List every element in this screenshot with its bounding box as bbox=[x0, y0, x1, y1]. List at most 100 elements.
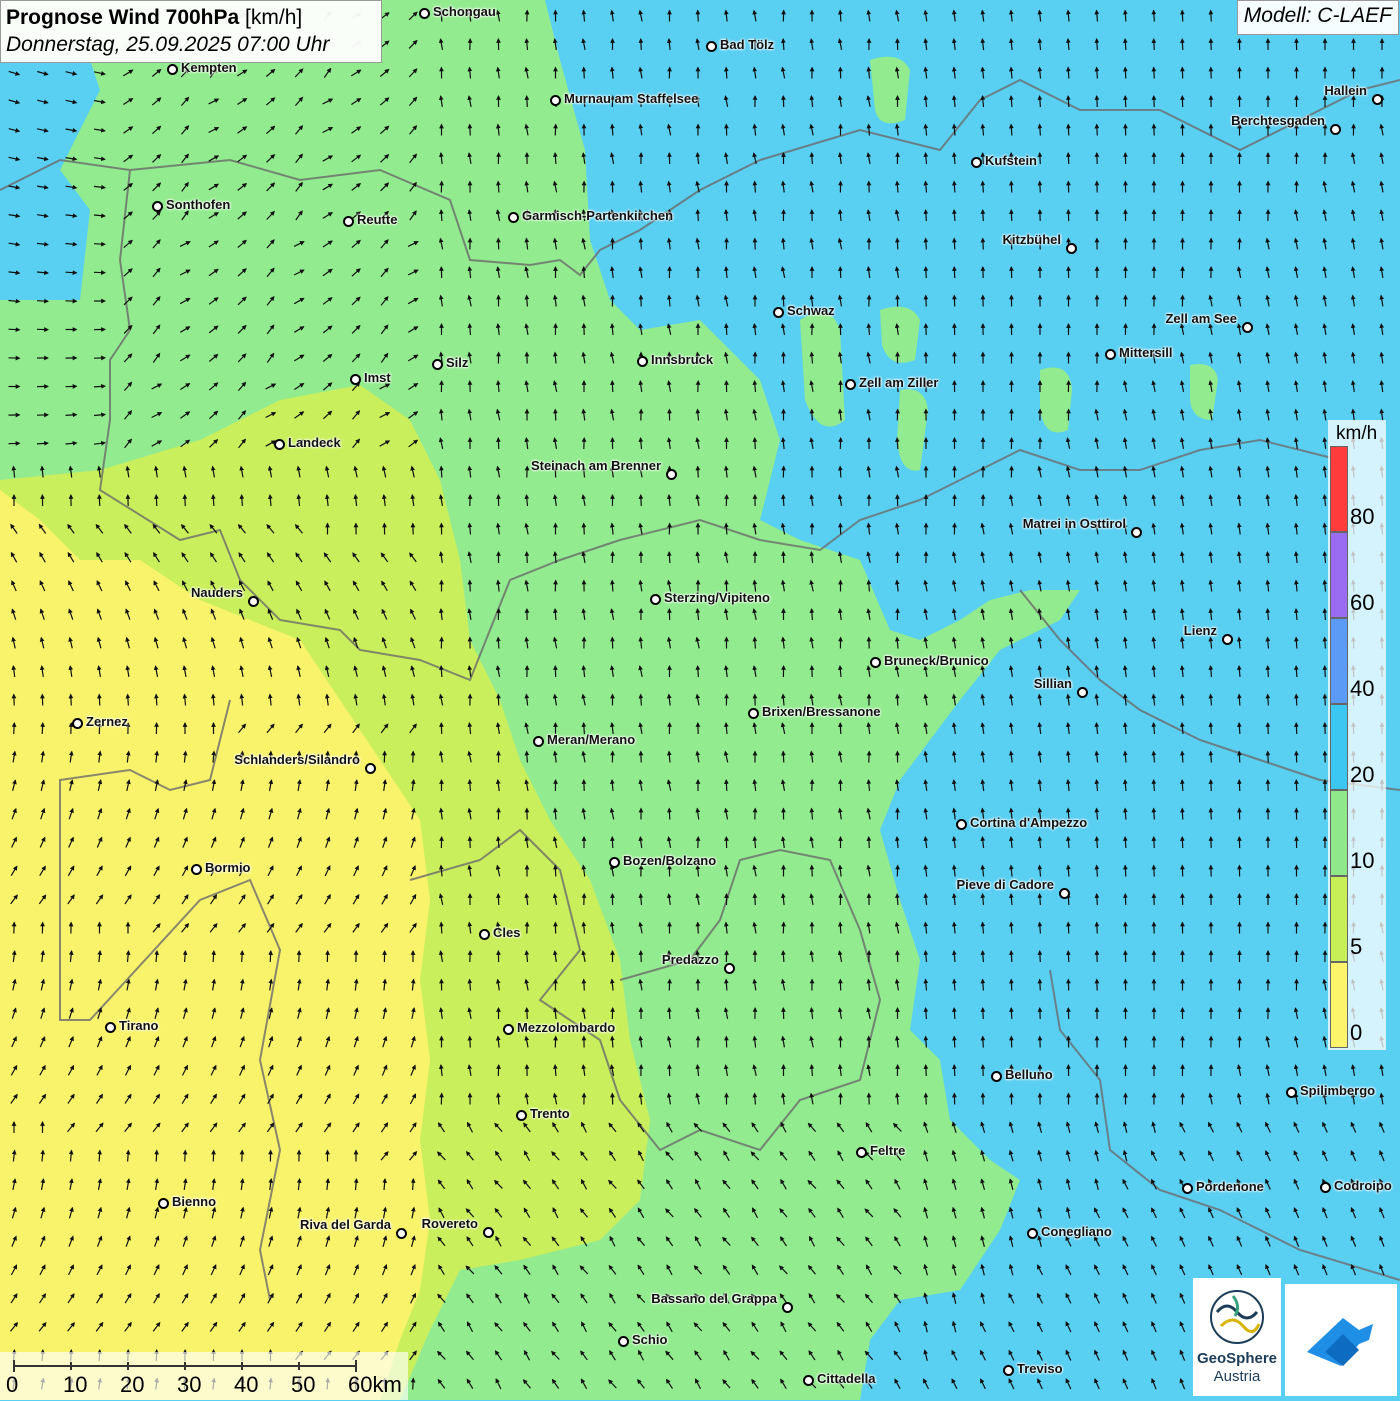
wind-arrow-icon bbox=[9, 329, 20, 330]
model-label: Modell: C-LAEF bbox=[1237, 0, 1399, 35]
wind-arrow-icon bbox=[1097, 866, 1098, 877]
wind-arrow-icon bbox=[156, 1151, 157, 1162]
wind-arrow-icon bbox=[840, 467, 841, 478]
wind-arrow-icon bbox=[641, 951, 642, 962]
wind-arrow-icon bbox=[37, 443, 48, 444]
wind-arrow-icon bbox=[213, 951, 214, 962]
wind-arrow-icon bbox=[641, 695, 642, 706]
wind-arrow-icon bbox=[755, 1094, 756, 1105]
wind-arrow-icon bbox=[755, 182, 756, 193]
city-dot-icon bbox=[1320, 1182, 1331, 1193]
geosphere-logo[interactable]: GeoSphere Austria bbox=[1193, 1278, 1281, 1396]
wind-arrow-icon bbox=[840, 923, 841, 934]
wind-arrow-icon bbox=[954, 239, 955, 250]
wind-arrow-icon bbox=[527, 752, 528, 763]
wind-arrow-icon bbox=[498, 1094, 499, 1105]
wind-arrow-icon bbox=[641, 239, 642, 250]
wind-arrow-icon bbox=[840, 11, 841, 22]
wind-arrow-icon bbox=[1154, 780, 1155, 791]
city-marker: Lienz bbox=[1184, 623, 1217, 638]
wind-arrow-icon bbox=[1296, 638, 1297, 649]
app-logo[interactable] bbox=[1285, 1284, 1397, 1396]
wind-arrow-icon bbox=[1040, 125, 1041, 136]
city-marker: Tirano bbox=[105, 1018, 159, 1033]
wind-arrow-icon bbox=[783, 39, 784, 50]
city-label: Imst bbox=[364, 370, 391, 385]
wind-arrow-icon bbox=[1068, 923, 1069, 934]
wind-arrow-icon bbox=[669, 1008, 670, 1019]
wind-arrow-icon bbox=[1040, 153, 1041, 164]
wind-arrow-icon bbox=[94, 244, 105, 245]
city-label: Kufstein bbox=[985, 153, 1037, 168]
wind-arrow-icon bbox=[869, 837, 870, 848]
city-label: Landeck bbox=[288, 435, 341, 450]
city-label: Schlanders/Silandro bbox=[234, 752, 360, 767]
city-label: Bruneck/Brunico bbox=[884, 653, 989, 668]
city-dot-icon bbox=[1003, 1365, 1014, 1376]
wind-arrow-icon bbox=[584, 267, 585, 278]
city-label: Pieve di Cadore bbox=[956, 877, 1054, 892]
city-label: Mezzolombardo bbox=[517, 1020, 615, 1035]
city-label: Zell am Ziller bbox=[859, 375, 938, 390]
map-title: Prognose Wind 700hPa [km/h] bbox=[6, 4, 376, 31]
city-marker: Sillian bbox=[1034, 676, 1072, 691]
wind-arrow-icon bbox=[926, 1037, 927, 1048]
wind-arrow-icon bbox=[213, 495, 214, 506]
city-label: Bienno bbox=[172, 1194, 216, 1209]
wind-arrow-icon bbox=[555, 609, 556, 620]
city-dot-icon bbox=[479, 929, 490, 940]
wind-arrow-icon bbox=[1011, 125, 1012, 136]
city-marker: Trento bbox=[516, 1106, 570, 1121]
city-label: Feltre bbox=[870, 1143, 905, 1158]
wind-arrow-icon bbox=[812, 866, 813, 877]
city-marker: Schlanders/Silandro bbox=[234, 752, 360, 767]
wind-arrow-icon bbox=[641, 495, 642, 506]
wind-arrow-icon bbox=[555, 866, 556, 877]
city-dot-icon bbox=[1242, 322, 1253, 333]
wind-arrow-icon bbox=[612, 581, 613, 592]
wind-arrow-icon bbox=[812, 153, 813, 164]
wind-arrow-icon bbox=[1097, 923, 1098, 934]
wind-arrow-icon bbox=[470, 1037, 471, 1048]
city-dot-icon bbox=[1077, 687, 1088, 698]
legend-color-segment bbox=[1330, 790, 1348, 876]
legend-color-segment bbox=[1330, 704, 1348, 790]
wind-arrow-icon bbox=[498, 438, 499, 449]
city-marker: Zell am Ziller bbox=[845, 375, 938, 390]
wind-arrow-icon bbox=[555, 1065, 556, 1076]
city-dot-icon bbox=[419, 8, 430, 19]
city-marker: Imst bbox=[350, 370, 391, 385]
wind-arrow-icon bbox=[1211, 752, 1212, 763]
city-dot-icon bbox=[158, 1198, 169, 1209]
wind-arrow-icon bbox=[242, 495, 243, 506]
wind-arrow-icon bbox=[1268, 666, 1269, 677]
city-marker: Garmisch-Partenkirchen bbox=[508, 208, 673, 223]
wind-arrow-icon bbox=[954, 267, 955, 278]
city-label: Lienz bbox=[1184, 623, 1217, 638]
wind-arrow-icon bbox=[1325, 695, 1326, 706]
legend-color-segment bbox=[1330, 876, 1348, 962]
city-dot-icon bbox=[706, 41, 717, 52]
city-dot-icon bbox=[956, 819, 967, 830]
wind-arrow-icon bbox=[954, 210, 955, 221]
wind-arrow-icon bbox=[1211, 11, 1212, 22]
wind-arrow-icon bbox=[812, 1065, 813, 1076]
wind-arrow-icon bbox=[42, 723, 43, 734]
wind-arrow-icon bbox=[470, 324, 471, 335]
title-unit: [km/h] bbox=[245, 6, 302, 29]
city-marker: Schwaz bbox=[773, 303, 835, 318]
city-label: Garmisch-Partenkirchen bbox=[522, 208, 673, 223]
city-dot-icon bbox=[748, 708, 759, 719]
city-dot-icon bbox=[343, 216, 354, 227]
wind-arrow-icon bbox=[983, 1037, 984, 1048]
city-label: Kitzbühel bbox=[1003, 232, 1062, 247]
wind-arrow-icon bbox=[726, 524, 727, 535]
city-label: Bormio bbox=[205, 860, 251, 875]
city-dot-icon bbox=[503, 1024, 514, 1035]
wind-arrow-icon bbox=[1239, 780, 1240, 791]
city-marker: Kempten bbox=[167, 60, 237, 75]
city-label: Innsbruck bbox=[651, 352, 713, 367]
city-dot-icon bbox=[350, 374, 361, 385]
city-dot-icon bbox=[105, 1022, 116, 1033]
wind-arrow-icon bbox=[555, 153, 556, 164]
